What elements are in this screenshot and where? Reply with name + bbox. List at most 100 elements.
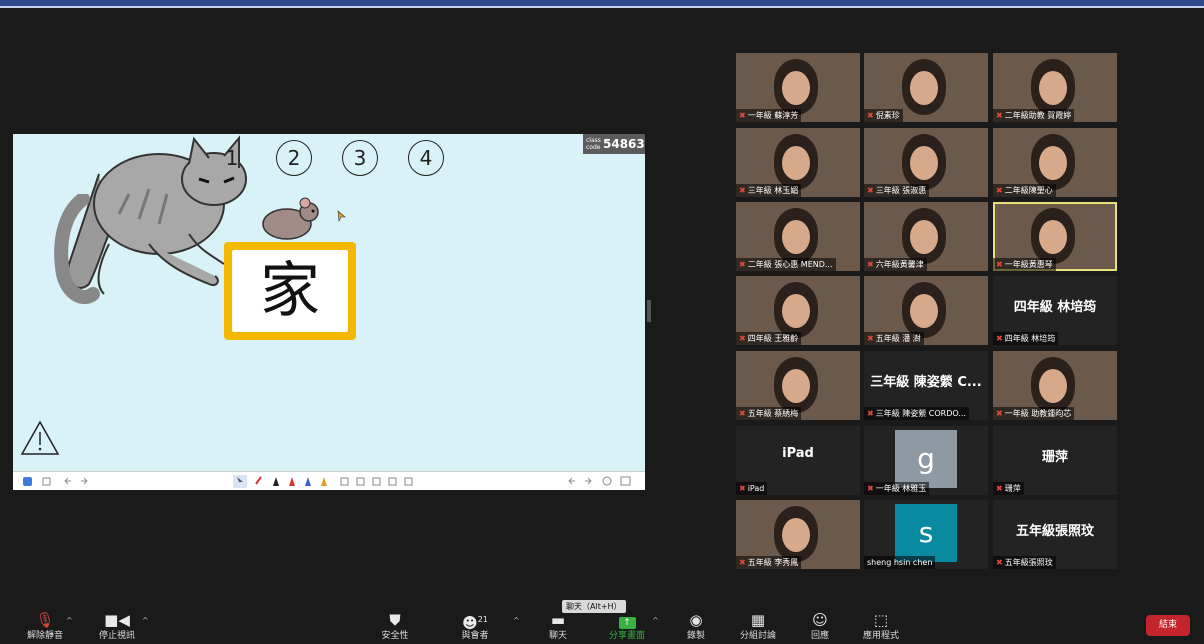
participant-tile[interactable]: ✖ 五年級 蔡綉梅 xyxy=(736,351,860,420)
reactions-button[interactable]: ☺ 回應 xyxy=(800,610,840,642)
participants-options-caret[interactable]: ^ xyxy=(513,616,520,625)
character-text: 家 xyxy=(232,250,348,332)
participant-tile[interactable]: s sheng hsin chen xyxy=(864,500,988,569)
audio-options-caret[interactable]: ^ xyxy=(66,616,73,625)
mic-muted-icon: ✖ xyxy=(996,334,1003,343)
share-options-caret[interactable]: ^ xyxy=(652,616,659,625)
participant-tile[interactable]: ✖ 一年級 助教鍾昀芯 xyxy=(993,351,1117,420)
stop-video-button[interactable]: ■◀ 停止視訊 xyxy=(92,610,142,642)
participant-tile[interactable]: ✖ 倪素珍 xyxy=(864,53,988,122)
mic-muted-icon: ✖ xyxy=(867,334,874,343)
participant-name-label: ✖ 六年級黃馨津 xyxy=(864,258,927,271)
participant-video xyxy=(902,282,946,338)
shield-icon: ⛊ xyxy=(389,611,401,629)
participant-name-label: ✖ 珊萍 xyxy=(993,482,1024,495)
record-button[interactable]: ◉ 錄製 xyxy=(678,610,714,642)
participant-tile[interactable]: ✖ 一年級 蘇淳芳 xyxy=(736,53,860,122)
participant-tile[interactable]: ✖ 一年級黃惠琴 xyxy=(993,202,1117,271)
window-top-border xyxy=(0,6,1204,8)
participant-name: 二年級陳聖心 xyxy=(1004,186,1053,195)
participant-tile[interactable]: iPad ✖ iPad xyxy=(736,426,860,495)
mic-muted-icon: ✖ xyxy=(996,409,1003,418)
unmute-label: 解除靜音 xyxy=(26,631,63,641)
participant-name-label: ✖ 一年級黃惠琴 xyxy=(993,258,1056,271)
participant-display-name: 四年級 林培筠 xyxy=(1013,300,1097,315)
participant-display-name: 五年級張照玟 xyxy=(1015,524,1094,539)
presentation-tools-icon xyxy=(23,475,631,488)
mic-muted-icon: ✖ xyxy=(739,334,746,343)
participant-tile[interactable]: ✖ 二年級 張心惠 MEND... xyxy=(736,202,860,271)
mic-muted-icon: ✖ xyxy=(739,409,746,418)
mouse-illustration xyxy=(262,197,319,240)
apps-label: 應用程式 xyxy=(862,631,899,641)
participants-icon: ☻21 xyxy=(462,614,488,632)
participant-display-name: 三年級 陳姿縈 C... xyxy=(870,375,982,390)
mic-muted-icon: ✖ xyxy=(996,186,1003,195)
video-options-caret[interactable]: ^ xyxy=(142,616,149,625)
participant-name-label: ✖ 三年級 陳姿縈 CORDO... xyxy=(864,407,969,420)
participant-name-label: ✖ 四年級 林培筠 xyxy=(993,332,1059,345)
participants-button[interactable]: ☻21 與會者 xyxy=(452,610,498,642)
unmute-button[interactable]: 🎙 解除靜音 xyxy=(20,610,70,642)
participant-video xyxy=(1031,59,1075,115)
reactions-label: 回應 xyxy=(810,631,829,641)
record-label: 錄製 xyxy=(686,631,705,641)
shared-screen: 1 2 3 4 class code 54863 家 xyxy=(13,134,645,490)
participant-tile[interactable]: 珊萍 ✖ 珊萍 xyxy=(993,426,1117,495)
breakout-rooms-button[interactable]: ▦ 分組討論 xyxy=(734,610,782,642)
class-code-label: class code xyxy=(586,137,601,151)
participant-tile[interactable]: ✖ 四年級 王雅齡 xyxy=(736,276,860,345)
participant-tile[interactable]: 三年級 陳姿縈 C... ✖ 三年級 陳姿縈 CORDO... xyxy=(864,351,988,420)
mic-muted-icon: ✖ xyxy=(739,111,746,120)
chat-button[interactable]: ▬ 聊天 xyxy=(540,610,576,642)
participant-video xyxy=(1031,208,1075,264)
security-button[interactable]: ⛊ 安全性 xyxy=(372,610,418,642)
participant-name: 五年級 李秀鳳 xyxy=(747,558,799,567)
participant-video xyxy=(774,59,818,115)
participant-tile[interactable]: 四年級 林培筠 ✖ 四年級 林培筠 xyxy=(993,276,1117,345)
participant-name-label: ✖ 二年級助教 賀霞婷 xyxy=(993,109,1075,122)
number-circle-2: 2 xyxy=(276,140,312,176)
participant-tile[interactable]: ✖ 二年級助教 賀霞婷 xyxy=(993,53,1117,122)
share-screen-button[interactable]: ↑ 分享畫面 xyxy=(604,610,650,642)
participant-video xyxy=(902,134,946,190)
video-camera-icon: ■◀ xyxy=(104,611,130,629)
participant-tile[interactable]: ✖ 三年級 林玉媚 xyxy=(736,128,860,197)
character-card: 家 xyxy=(224,242,356,340)
participant-tile[interactable]: ✖ 三年級 張淑惠 xyxy=(864,128,988,197)
participant-video xyxy=(774,506,818,562)
participant-tile[interactable]: 五年級張照玟 ✖ 五年級張照玟 xyxy=(993,500,1117,569)
participant-name-label: ✖ 五年級張照玟 xyxy=(993,556,1056,569)
mic-muted-icon: ✖ xyxy=(867,186,874,195)
participant-name: 三年級 林玉媚 xyxy=(747,186,799,195)
stop-video-label: 停止視訊 xyxy=(98,631,135,641)
participant-name: 三年級 陳姿縈 CORDO... xyxy=(875,409,966,418)
participant-tile[interactable]: g ✖ 一年級 林雅玉 xyxy=(864,426,988,495)
participant-name-label: ✖ 一年級 助教鍾昀芯 xyxy=(993,407,1075,420)
participant-tile[interactable]: ✖ 五年級 李秀鳳 xyxy=(736,500,860,569)
participant-name: 一年級 林雅玉 xyxy=(875,484,927,493)
end-meeting-button[interactable]: 結束 xyxy=(1146,615,1190,636)
participant-video xyxy=(774,208,818,264)
participants-label: 與會者 xyxy=(461,631,489,641)
participant-display-name: iPad xyxy=(782,446,814,461)
number-circle-4: 4 xyxy=(408,140,444,176)
participant-name: 三年級 張淑惠 xyxy=(875,186,927,195)
mic-muted-icon: ✖ xyxy=(996,484,1003,493)
participant-name-label: ✖ 倪素珍 xyxy=(864,109,903,122)
participant-video xyxy=(1031,134,1075,190)
mic-muted-icon: ✖ xyxy=(739,558,746,567)
participant-name: 一年級 助教鍾昀芯 xyxy=(1004,409,1072,418)
warning-icon xyxy=(20,420,60,455)
participant-name: 珊萍 xyxy=(1004,484,1021,493)
split-drag-handle[interactable] xyxy=(647,300,651,322)
participant-tile[interactable]: ✖ 二年級陳聖心 xyxy=(993,128,1117,197)
participant-video xyxy=(902,208,946,264)
mic-muted-icon: ✖ xyxy=(996,558,1003,567)
participant-name-label: ✖ 五年級 李秀鳳 xyxy=(736,556,802,569)
apps-button[interactable]: ⬚ 應用程式 xyxy=(856,610,906,642)
participant-name-label: ✖ 二年級 張心惠 MEND... xyxy=(736,258,836,271)
participant-tile[interactable]: ✖ 五年級 潘 澍 xyxy=(864,276,988,345)
participant-tile[interactable]: ✖ 六年級黃馨津 xyxy=(864,202,988,271)
participant-video xyxy=(774,134,818,190)
